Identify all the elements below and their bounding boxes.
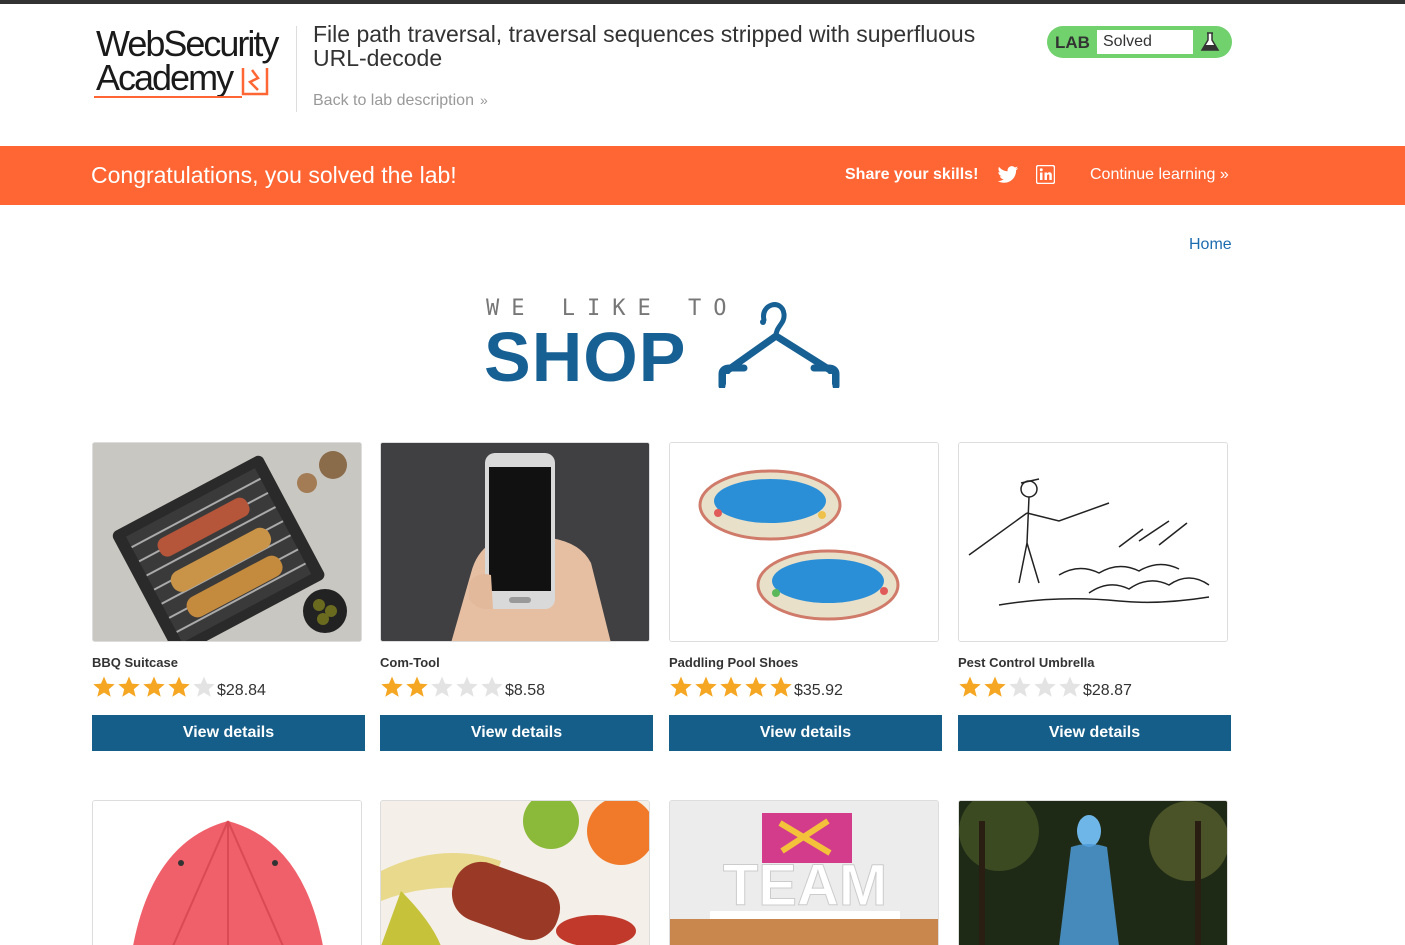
product-name: Paddling Pool Shoes (669, 655, 799, 670)
hanger-icon (718, 302, 840, 388)
academy-logo[interactable]: WebSecurity Academy (92, 26, 292, 102)
product-image-paddling-pool[interactable] (669, 442, 939, 642)
share-label: Share your skills! (845, 166, 979, 183)
product-image-red-umbrella[interactable] (92, 800, 362, 945)
view-details-button[interactable]: View details (669, 715, 942, 751)
product-image-bbq[interactable] (92, 442, 362, 642)
hero-title: SHOP (484, 318, 687, 396)
header-divider (296, 26, 297, 112)
star-empty-icon (1059, 676, 1081, 697)
congrats-message: Congratulations, you solved the lab! (91, 162, 457, 188)
product-name: BBQ Suitcase (92, 655, 178, 670)
product-image-com-tool[interactable] (380, 442, 650, 642)
rating-stars (380, 675, 505, 701)
product-image-hologram[interactable] (958, 800, 1228, 945)
rating-stars (92, 675, 217, 701)
logo-mark-icon (241, 68, 269, 96)
lab-status-widget: LAB Solved (1047, 26, 1232, 58)
star-filled-icon (770, 676, 792, 697)
view-details-button[interactable]: View details (380, 715, 653, 751)
star-filled-icon (168, 676, 190, 697)
back-to-description-link[interactable]: Back to lab description » (313, 92, 488, 110)
home-link[interactable]: Home (1189, 236, 1232, 254)
lab-status-text: Solved (1103, 33, 1152, 50)
view-details-button[interactable]: View details (92, 715, 365, 751)
linkedin-icon[interactable] (1036, 165, 1055, 184)
star-filled-icon (695, 676, 717, 697)
flask-icon (1200, 32, 1220, 51)
twitter-icon[interactable] (997, 165, 1019, 185)
star-empty-icon (431, 676, 453, 697)
product-price: $35.92 (794, 682, 843, 699)
product-image-pest-control-umbrella[interactable] (958, 442, 1228, 642)
double-chevron-right-icon: » (1215, 166, 1229, 183)
product-name: Com-Tool (380, 655, 440, 670)
star-filled-icon (745, 676, 767, 697)
product-name: Pest Control Umbrella (958, 655, 1095, 670)
lab-title: File path traversal, traversal sequences… (313, 21, 976, 71)
continue-learning-link[interactable]: Continue learning » (1090, 166, 1229, 184)
rating-stars (958, 675, 1083, 701)
product-image-fruit-sausage[interactable] (380, 800, 650, 945)
product-price: $8.58 (505, 682, 546, 699)
star-filled-icon (984, 676, 1006, 697)
star-empty-icon (1034, 676, 1056, 697)
star-filled-icon (381, 676, 403, 697)
star-filled-icon (143, 676, 165, 697)
product-price: $28.87 (1083, 682, 1132, 699)
star-empty-icon (193, 676, 215, 697)
star-filled-icon (118, 676, 140, 697)
logo-line-2: Academy (96, 57, 234, 98)
star-filled-icon (406, 676, 428, 697)
rating-stars (669, 675, 794, 701)
star-empty-icon (456, 676, 478, 697)
star-empty-icon (481, 676, 503, 697)
star-filled-icon (959, 676, 981, 697)
status-box: Solved (1097, 30, 1193, 54)
star-filled-icon (720, 676, 742, 697)
product-price: $28.84 (217, 682, 266, 699)
continue-learning-label: Continue learning (1090, 166, 1216, 183)
double-chevron-right-icon: » (479, 92, 488, 108)
lab-header: WebSecurity Academy File path traversal,… (0, 4, 1405, 146)
star-empty-icon (1009, 676, 1031, 697)
solved-banner: Congratulations, you solved the lab! Sha… (0, 146, 1405, 205)
star-filled-icon (670, 676, 692, 697)
star-filled-icon (93, 676, 115, 697)
logo-underline (94, 96, 242, 98)
back-link-label: Back to lab description (313, 92, 474, 109)
view-details-button[interactable]: View details (958, 715, 1231, 751)
product-image-team[interactable]: TEAM (669, 800, 939, 945)
lab-badge: LAB (1055, 33, 1090, 52)
shop-hero: WE LIKE TO SHOP (484, 292, 846, 396)
svg-text:TEAM: TEAM (723, 853, 887, 918)
